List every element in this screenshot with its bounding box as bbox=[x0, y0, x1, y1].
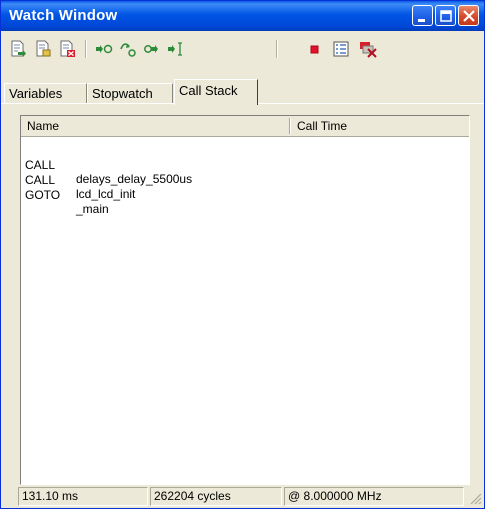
clear-icon[interactable] bbox=[359, 40, 377, 58]
tab-variables-label: Variables bbox=[9, 86, 63, 101]
tab-call-stack-label: Call Stack bbox=[179, 83, 238, 98]
delete-watch-icon[interactable] bbox=[58, 40, 76, 58]
tab-stopwatch[interactable]: Stopwatch bbox=[87, 83, 173, 103]
title-bar[interactable]: Watch Window bbox=[1, 1, 484, 31]
tab-strip: Variables Stopwatch Call Stack bbox=[1, 79, 484, 105]
column-header-name[interactable]: Name bbox=[21, 116, 288, 136]
stop-icon[interactable] bbox=[305, 40, 323, 58]
list-header: Name Call Time bbox=[21, 116, 469, 137]
call-target: _main bbox=[76, 202, 109, 216]
resize-grip-icon[interactable] bbox=[468, 491, 482, 505]
status-cycles: 262204 cycles bbox=[150, 487, 282, 506]
toolbar bbox=[2, 32, 483, 64]
close-icon bbox=[463, 10, 475, 22]
add-watch-file-icon[interactable] bbox=[34, 40, 52, 58]
status-clock: @ 8.000000 MHz bbox=[284, 487, 464, 506]
list-item[interactable]: GOTO _main bbox=[21, 174, 109, 216]
call-stack-list[interactable]: Name Call Time CALL delays_delay_5500us … bbox=[20, 115, 470, 485]
tab-variables[interactable]: Variables bbox=[4, 83, 87, 103]
window-title: Watch Window bbox=[9, 7, 118, 24]
properties-icon[interactable] bbox=[332, 40, 350, 58]
toolbar-separator bbox=[85, 40, 87, 58]
tab-call-stack[interactable]: Call Stack bbox=[174, 79, 258, 105]
run-to-cursor-icon[interactable] bbox=[167, 40, 185, 58]
watch-window: Watch Window Variables Stopwatch Call St… bbox=[0, 0, 485, 509]
call-target: lcd_lcd_init bbox=[76, 187, 136, 201]
call-kind: GOTO bbox=[25, 188, 61, 202]
step-over-icon[interactable] bbox=[119, 40, 137, 58]
minimize-button[interactable] bbox=[412, 5, 433, 26]
add-watch-icon[interactable] bbox=[9, 40, 27, 58]
status-time: 131.10 ms bbox=[18, 487, 148, 506]
list-item[interactable]: CALL delays_delay_5500us bbox=[21, 144, 192, 186]
close-button[interactable] bbox=[458, 5, 479, 26]
tab-stopwatch-label: Stopwatch bbox=[92, 86, 153, 101]
list-item[interactable]: CALL lcd_lcd_init bbox=[21, 159, 135, 201]
column-header-call-time[interactable]: Call Time bbox=[291, 116, 469, 136]
step-out-icon[interactable] bbox=[143, 40, 161, 58]
status-bar: 131.10 ms 262204 cycles @ 8.000000 MHz bbox=[18, 485, 484, 507]
maximize-icon bbox=[440, 10, 452, 22]
maximize-button[interactable] bbox=[435, 5, 456, 26]
toolbar-separator bbox=[276, 40, 278, 58]
minimize-icon bbox=[418, 19, 425, 22]
step-into-icon[interactable] bbox=[95, 40, 113, 58]
call-target: delays_delay_5500us bbox=[76, 172, 193, 186]
